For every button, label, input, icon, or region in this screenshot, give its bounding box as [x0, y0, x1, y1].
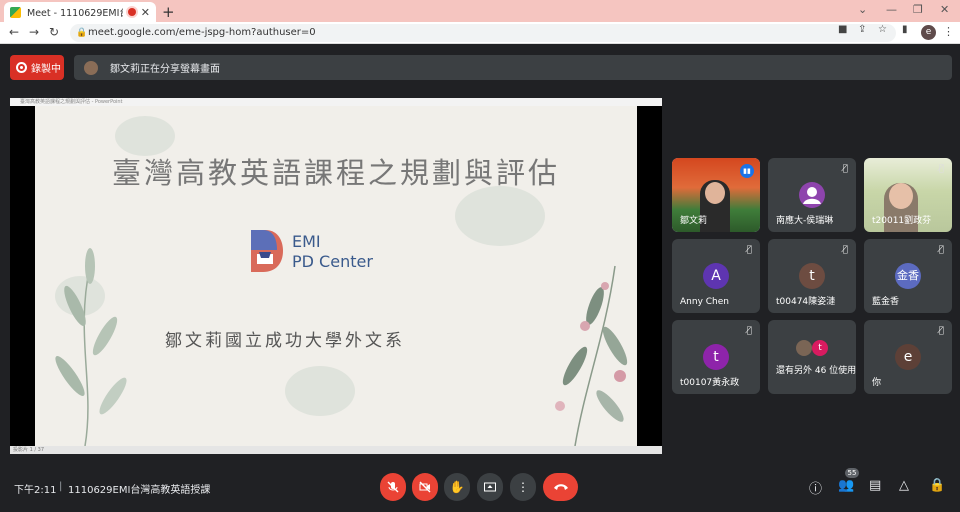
url-text: meet.google.com/eme-jspg-hom?authuser=0	[88, 27, 316, 38]
participant-name: t20011劉政芬	[872, 216, 932, 226]
more-options-button[interactable]: ⋮	[510, 473, 536, 501]
present-icon	[484, 482, 496, 492]
mic-off-icon: 🎙̸	[842, 164, 848, 174]
ppt-statusbar: 投影片 1 / 37	[10, 446, 662, 454]
present-button[interactable]	[477, 473, 503, 501]
address-bar: ← → ↻ 🔒 meet.google.com/eme-jspg-hom?aut…	[0, 22, 960, 44]
recording-indicator-icon	[127, 8, 136, 16]
participant-name: 鄒文莉	[680, 216, 708, 226]
participant-avatar: t	[812, 340, 828, 356]
participant-tile[interactable]: ▮▮ 鄒文莉	[672, 158, 760, 232]
mic-off-icon: 🎙̸	[842, 245, 848, 255]
close-window-button[interactable]: ✕	[940, 3, 949, 16]
participant-avatar: e	[895, 344, 921, 370]
more-participants-label: 還有另外 46 位使用者	[776, 366, 856, 376]
chat-icon[interactable]: ▤	[869, 478, 881, 493]
mic-off-icon: 🎙̸	[938, 245, 944, 255]
mic-off-icon: 🎙̸	[746, 326, 752, 336]
raise-hand-button[interactable]: ✋	[444, 473, 470, 501]
presenter-avatar	[84, 60, 98, 75]
mic-toggle-button[interactable]	[380, 473, 406, 501]
clock: 下午2:11	[14, 485, 57, 496]
people-icon[interactable]: 👥	[838, 478, 854, 493]
mic-off-icon	[387, 481, 399, 493]
tab-search-icon[interactable]: ⌄	[858, 3, 867, 16]
reload-icon[interactable]: ↻	[49, 25, 59, 39]
participant-avatar: t	[799, 263, 825, 289]
leaf-decoration-left	[55, 248, 127, 446]
meeting-name: 1110629EMI台灣高教英語授課	[68, 485, 211, 496]
participant-avatar	[799, 182, 825, 208]
more-participants-tile[interactable]: t 還有另外 46 位使用者	[768, 320, 856, 394]
camera-toggle-button[interactable]	[412, 473, 438, 501]
leave-call-button[interactable]	[543, 473, 578, 501]
recording-label: 錄製中	[31, 64, 61, 75]
forward-icon[interactable]: →	[29, 25, 39, 39]
participant-tile[interactable]: 🎙̸ A Anny Chen	[672, 239, 760, 313]
minimize-button[interactable]: —	[886, 3, 897, 16]
meet-favicon-icon	[10, 6, 21, 18]
share-icon[interactable]: ⇪	[858, 24, 866, 35]
participant-avatar: A	[703, 263, 729, 289]
logo-text: EMI PD Center	[292, 232, 373, 272]
raise-hand-icon: ✋	[449, 480, 465, 494]
separator: |	[59, 481, 63, 492]
lock-icon: 🔒	[76, 28, 88, 38]
logo-line-center: PD Center	[292, 252, 373, 271]
participant-tile[interactable]: 🎙̸ t20011劉政芬	[864, 158, 952, 232]
hangup-icon	[553, 484, 568, 490]
browser-tab[interactable]: Meet - 1110629EMI台灣高教 ✕	[4, 2, 156, 22]
info-icon[interactable]: ⓘ	[809, 478, 822, 497]
recording-button[interactable]: 錄製中	[10, 55, 64, 80]
back-icon[interactable]: ←	[9, 25, 19, 39]
logo-line-emi: EMI	[292, 232, 321, 251]
participant-tile[interactable]: 🎙̸ t t00107黃永政	[672, 320, 760, 394]
participant-avatar: t	[703, 344, 729, 370]
url-field[interactable]: 🔒 meet.google.com/eme-jspg-hom?authuser=…	[70, 24, 896, 42]
presenter-banner: 鄒文莉正在分享螢幕畫面	[74, 55, 952, 80]
participant-name: 藍金香	[872, 297, 900, 307]
close-tab-icon[interactable]: ✕	[141, 6, 150, 19]
participant-avatar: 金香	[895, 263, 921, 289]
camera-icon[interactable]: ■	[838, 24, 847, 35]
tab-title: Meet - 1110629EMI台灣高教	[27, 8, 123, 19]
new-tab-button[interactable]: +	[162, 3, 175, 21]
participant-count-badge: 55	[845, 468, 859, 478]
maximize-button[interactable]: ❐	[913, 3, 923, 16]
more-icon: ⋮	[517, 480, 529, 494]
emi-logo-icon	[251, 230, 283, 272]
participant-tile-self[interactable]: 🎙̸ e 你	[864, 320, 952, 394]
activities-icon[interactable]: △	[899, 478, 909, 493]
participant-name: t00107黃永政	[680, 378, 740, 388]
share-notice: 鄒文莉正在分享螢幕畫面	[110, 64, 220, 75]
slide: 臺灣高教英語課程之規劃與評估 EMI PD Center 鄒文莉國立成功大學外文…	[35, 106, 637, 446]
slide-author: 鄒文莉國立成功大學外文系	[165, 331, 405, 351]
participant-name: Anny Chen	[680, 297, 729, 307]
browser-titlebar: Meet - 1110629EMI台灣高教 ✕ + ⌄ — ❐ ✕	[0, 0, 960, 22]
participant-tile[interactable]: 🎙̸ t t00474陳姿漣	[768, 239, 856, 313]
record-icon	[16, 62, 27, 73]
participant-avatar	[796, 340, 812, 356]
meeting-controls-bar: 下午2:11 | 1110629EMI台灣高教英語授課 ✋ ⋮ ⓘ 👥 ▤ △ …	[0, 462, 960, 512]
browser-menu-icon[interactable]: ⋮	[943, 25, 954, 38]
mic-off-icon: 🎙̸	[746, 245, 752, 255]
sidepanel-icon[interactable]: ▮	[902, 24, 908, 35]
speaking-icon: ▮▮	[740, 164, 754, 178]
shared-screen: 臺灣高教英語課程之規劃與評估 - PowerPoint 臺灣高教英語課程之規劃與…	[10, 98, 662, 454]
profile-avatar[interactable]: e	[921, 25, 936, 40]
slide-title: 臺灣高教英語課程之規劃與評估	[111, 156, 560, 190]
participant-tile[interactable]: 🎙̸ 金香 藍金香	[864, 239, 952, 313]
mic-off-icon: 🎙̸	[938, 164, 944, 174]
bookmark-star-icon[interactable]: ☆	[878, 24, 887, 35]
host-controls-icon[interactable]: 🔒	[929, 478, 945, 493]
participant-name: 南應大-侯瑞琳	[776, 216, 834, 226]
participant-name: t00474陳姿漣	[776, 297, 836, 307]
participant-name: 你	[872, 378, 882, 388]
mic-off-icon: 🎙̸	[938, 326, 944, 336]
leaf-decoration-right	[555, 265, 628, 446]
camera-off-icon	[419, 481, 431, 493]
participant-tile[interactable]: 🎙̸ 南應大-侯瑞琳	[768, 158, 856, 232]
ppt-titlebar: 臺灣高教英語課程之規劃與評估 - PowerPoint	[10, 98, 662, 106]
